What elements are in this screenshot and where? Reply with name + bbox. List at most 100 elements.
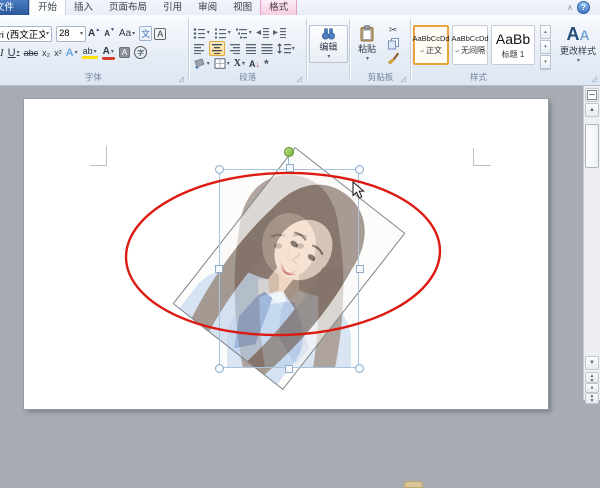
handle-top-right[interactable] [355,165,364,174]
font-size-dropdown-icon[interactable]: ▾ [80,30,83,37]
handle-top-left[interactable] [215,165,224,174]
asian-layout-button[interactable]: X▾ [234,58,245,69]
previous-page-button[interactable]: ▲▲ [585,372,599,383]
ribbon-tab-row: 文件 开始 插入 页面布局 引用 审阅 视图 格式 ∧ ? [0,0,600,15]
red-ellipse-annotation[interactable] [124,169,442,339]
sort-button[interactable]: A↓ [249,59,260,69]
paragraph-group: ▾ ▾ ▾ [191,15,305,85]
format-painter-button[interactable] [387,52,399,64]
decrease-indent-button[interactable] [256,27,269,38]
styles-gallery-up-icon[interactable]: ▴ [540,25,551,39]
tab-home[interactable]: 开始 [29,0,66,15]
font-name-dropdown-icon[interactable]: ▾ [46,30,49,37]
paste-button[interactable]: 粘贴 ▾ [352,25,382,64]
handle-middle-right[interactable] [356,265,364,273]
handle-top-middle[interactable] [286,164,294,172]
align-center-icon [211,43,223,54]
shading-button[interactable]: ▾ [193,58,210,69]
style-no-spacing[interactable]: AaBbCcDd ↵无间隔 [452,25,488,65]
style-normal[interactable]: AaBbCcDd ↵正文 [413,25,449,65]
justify-button[interactable] [245,43,257,54]
distribute-text-button[interactable] [261,43,273,54]
editing-menu-button[interactable]: 编辑 ▾ [309,25,348,63]
character-shading-button[interactable]: A [119,47,130,58]
rotation-handle[interactable] [284,147,294,157]
borders-button[interactable]: ▾ [214,58,230,69]
styles-gallery-down-icon[interactable]: ▾ [540,40,551,54]
editing-dropdown-icon[interactable]: ▾ [327,53,330,60]
shading-bucket-icon [193,58,206,69]
scroll-up-button[interactable]: ▲ [585,103,599,117]
ruler-toggle-icon [587,90,597,100]
change-case-button[interactable]: Aa▾ [119,28,135,39]
underline-button[interactable]: U▾ [8,47,20,59]
editing-group: 编辑 ▾ [309,15,348,85]
tab-file[interactable]: 文件 [0,0,29,15]
copy-button[interactable] [388,38,399,50]
align-left-button[interactable] [193,43,205,54]
handle-bottom-right[interactable] [355,364,364,373]
styles-gallery-more-icon[interactable]: ▾ [540,55,551,70]
italic-button[interactable]: I [0,47,4,59]
line-spacing-button[interactable]: ▾ [277,43,295,54]
font-group: Calibri (西文正文) ▾ 28 ▾ A▲ A▼ Aa▾ 文 A B I … [0,15,187,85]
align-right-icon [229,43,241,54]
scroll-down-button[interactable]: ▼ [585,356,599,370]
font-color-button[interactable]: A▾ [102,46,115,60]
grow-font-button[interactable]: A▲ [88,28,100,39]
document-page[interactable] [24,99,548,409]
styles-dialog-launcher-icon[interactable]: ◿ [592,76,597,83]
numbering-button[interactable]: ▾ [214,27,231,39]
help-icon[interactable]: ? [577,1,590,14]
ruler-toggle-button[interactable] [585,88,599,102]
minimize-ribbon-icon[interactable]: ∧ [567,3,573,12]
bullets-button[interactable]: ▾ [193,27,210,39]
browse-object-icon: ● [590,385,593,391]
tab-view[interactable]: 视图 [225,0,260,15]
style-heading-1[interactable]: AaBb 标题 1 [491,25,535,65]
show-hide-marks-button[interactable]: * [264,57,269,71]
copy-icon [388,38,399,50]
paste-dropdown-icon[interactable]: ▾ [366,55,369,62]
change-styles-label: 更改样式 [560,44,596,57]
scroll-up-icon: ▲ [589,108,595,112]
paragraph-dialog-launcher-icon[interactable]: ◿ [296,76,301,83]
next-page-button[interactable]: ▼▼ [585,393,599,404]
select-browse-object-button[interactable]: ● [585,383,599,393]
increase-indent-button[interactable] [273,27,286,38]
highlight-color-button[interactable]: ab▾ [82,46,98,59]
cut-button[interactable]: ✂ [389,25,397,36]
font-size-combo[interactable]: 28 ▾ [56,26,86,42]
text-effects-button[interactable]: A▾ [66,47,78,59]
paragraph-mark-icon: ↵ [455,49,460,55]
multilevel-list-icon [235,27,248,39]
tab-format-contextual[interactable]: 格式 [260,0,297,15]
phonetic-guide-button[interactable]: 文 [139,26,152,41]
align-center-button[interactable] [209,41,225,56]
background-window-peek [404,481,423,488]
vertical-scrollbar[interactable]: ▲ ▼ ▲▲ ● ▼▼ [583,86,600,400]
tab-page-layout[interactable]: 页面布局 [101,0,155,15]
clipboard-dialog-launcher-icon[interactable]: ◿ [401,76,406,83]
superscript-button[interactable]: x² [54,48,62,58]
character-border-button[interactable]: A [154,28,166,40]
scissors-icon: ✂ [389,25,397,36]
tab-insert[interactable]: 插入 [66,0,101,15]
align-right-button[interactable] [229,43,241,54]
tab-review[interactable]: 审阅 [190,0,225,15]
change-styles-icon: A [566,24,579,44]
change-styles-button[interactable]: AA 更改样式 ▾ [556,25,600,64]
font-dialog-launcher-icon[interactable]: ◿ [178,76,183,83]
scrollbar-thumb[interactable] [585,124,599,168]
enclose-characters-button[interactable]: 字 [134,46,147,59]
font-name-combo[interactable]: Calibri (西文正文) ▾ [0,26,52,42]
handle-bottom-middle[interactable] [285,365,293,373]
shrink-font-button[interactable]: A▼ [104,29,115,38]
strikethrough-button[interactable]: abc [24,48,39,58]
tab-references[interactable]: 引用 [155,0,190,15]
multilevel-list-button[interactable]: ▾ [235,27,252,39]
handle-middle-left[interactable] [215,265,223,273]
subscript-button[interactable]: x₂ [42,48,50,58]
style-name: 正文 [426,46,442,55]
handle-bottom-left[interactable] [215,364,224,373]
